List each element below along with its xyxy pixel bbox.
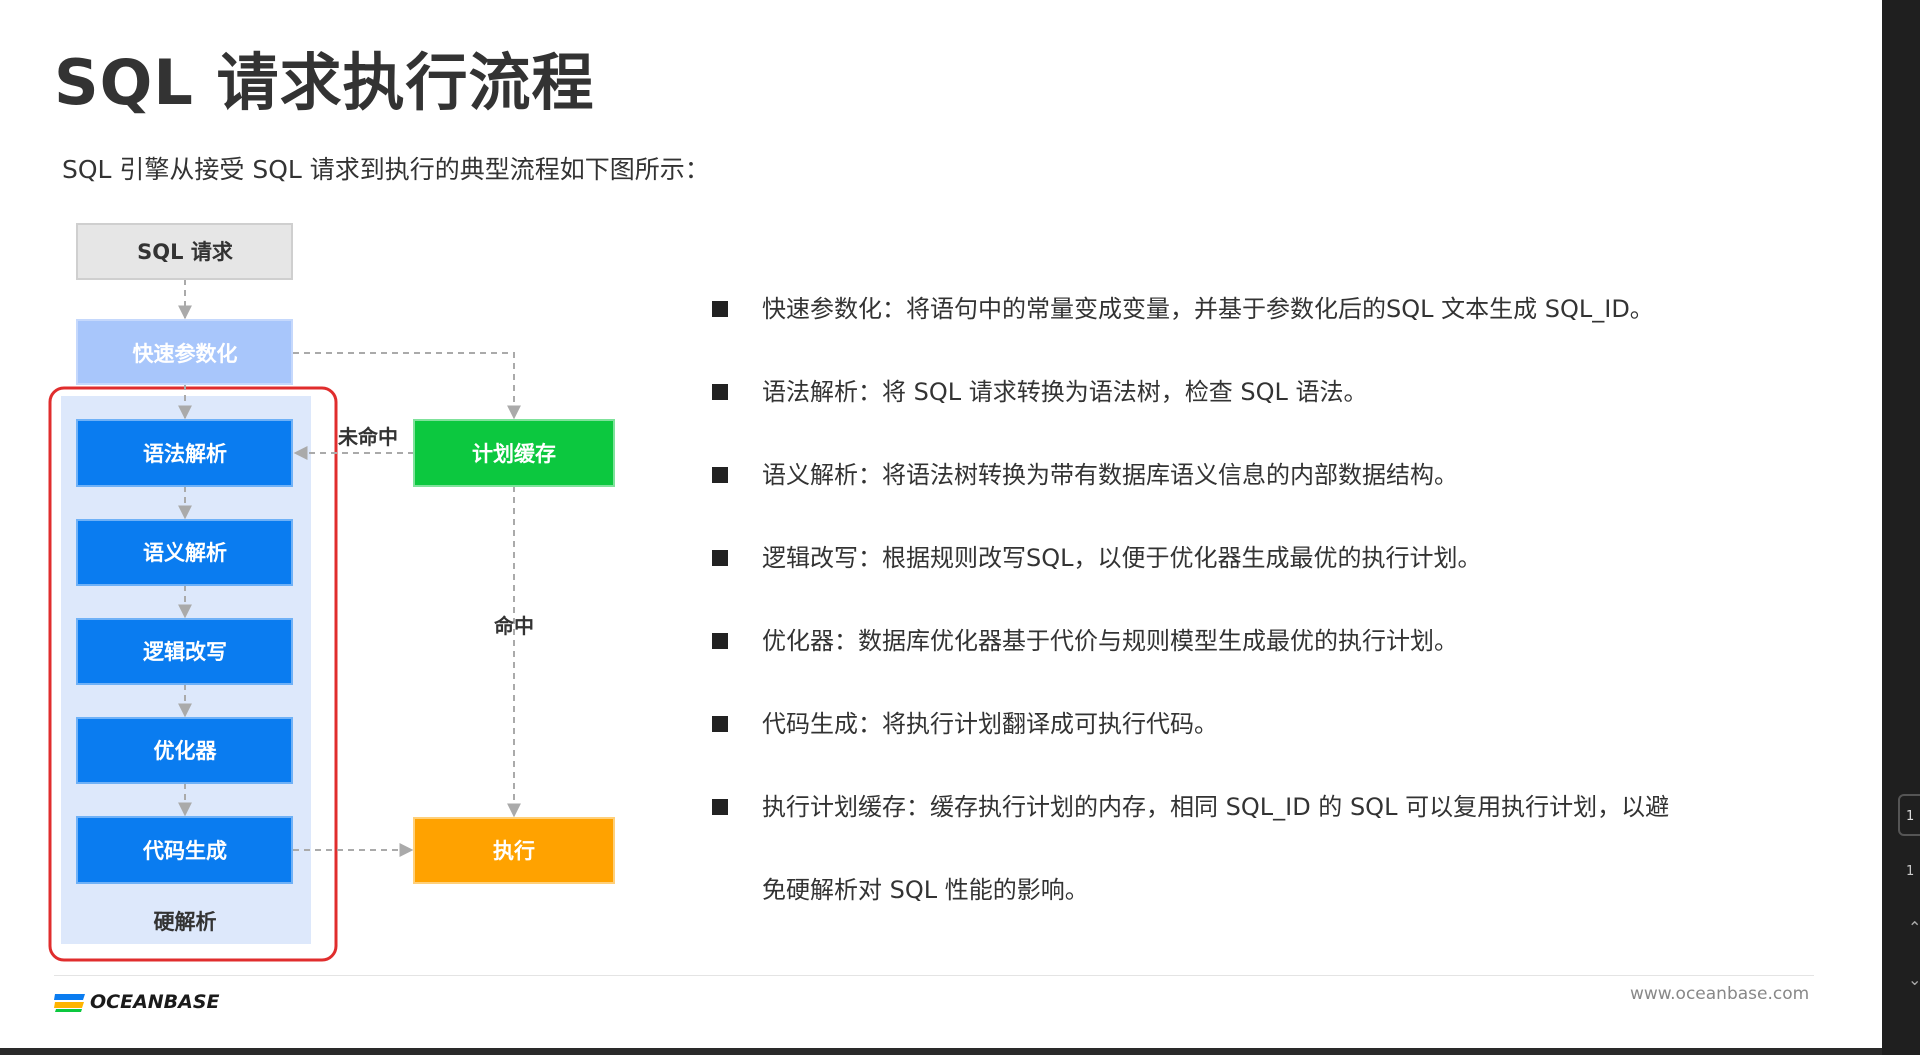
bullet-square-icon (712, 799, 728, 815)
oceanbase-logo-icon (54, 994, 85, 1012)
label-execute: 执行 (493, 839, 535, 863)
label-fast-param: 快速参数化 (133, 342, 238, 366)
label-optimizer: 优化器 (154, 739, 218, 763)
label-hard-parse: 硬解析 (154, 910, 217, 934)
label-code-gen: 代码生成 (142, 839, 227, 863)
label-sql-request: SQL 请求 (137, 240, 233, 264)
sql-flow-diagram: SQL 请求 快速参数化 计划缓存 语法解析 语义解析 逻辑改写 优化器 代码生… (48, 223, 615, 962)
bullet-plan-cache: 执行计划缓存：缓存执行计划的内存，相同 SQL_ID 的 SQL 可以复用执行计… (712, 766, 1832, 849)
label-miss: 未命中 (338, 425, 398, 449)
side-panel-page-button[interactable]: 1 (1898, 794, 1920, 836)
bullet-list: 快速参数化：将语句中的常量变成变量，并基于参数化后的SQL 文本生成 SQL_I… (712, 268, 1832, 932)
chevron-up-icon[interactable]: ⌃ (1908, 918, 1920, 937)
label-syntax-parse: 语法解析 (143, 442, 227, 466)
bullet-logic-rewrite: 逻辑改写：根据规则改写SQL，以便于优化器生成最优的执行计划。 (712, 517, 1832, 600)
chevron-down-icon[interactable]: ⌄ (1908, 970, 1920, 989)
bottom-strip (0, 1048, 1882, 1055)
side-panel (1882, 0, 1920, 1055)
logo-text: OCEANBASE (90, 991, 220, 1013)
oceanbase-logo: OCEANBASE (54, 990, 220, 1014)
bullet-fast-param: 快速参数化：将语句中的常量变成变量，并基于参数化后的SQL 文本生成 SQL_I… (712, 268, 1832, 351)
bullet-square-icon (712, 301, 728, 317)
bullet-square-icon (712, 633, 728, 649)
side-panel-page-label: 1 (1906, 864, 1915, 879)
bullet-optimizer: 优化器：数据库优化器基于代价与规则模型生成最优的执行计划。 (712, 600, 1832, 683)
bullet-square-icon (712, 716, 728, 732)
bullet-square-icon (712, 550, 728, 566)
bullet-code-gen: 代码生成：将执行计划翻译成可执行代码。 (712, 683, 1832, 766)
label-semantic-parse: 语义解析 (143, 541, 227, 565)
slide: SQL 请求执行流程 SQL 引擎从接受 SQL 请求到执行的典型流程如下图所示… (0, 0, 1882, 1048)
bullet-plan-cache-continued: 免硬解析对 SQL 性能的影响。 (762, 876, 1089, 904)
label-hit: 命中 (494, 614, 534, 638)
bullet-square-icon (712, 467, 728, 483)
label-plan-cache: 计划缓存 (472, 442, 556, 466)
website-url: www.oceanbase.com (1630, 984, 1810, 1004)
footer-divider (54, 975, 1814, 976)
arrow-param-to-cache (293, 352, 521, 420)
bullet-square-icon (712, 384, 728, 400)
bullet-semantic-parse: 语义解析：将语法树转换为带有数据库语义信息的内部数据结构。 (712, 434, 1832, 517)
bullet-syntax-parse: 语法解析：将 SQL 请求转换为语法树，检查 SQL 语法。 (712, 351, 1832, 434)
label-logic-rewrite: 逻辑改写 (143, 640, 227, 664)
